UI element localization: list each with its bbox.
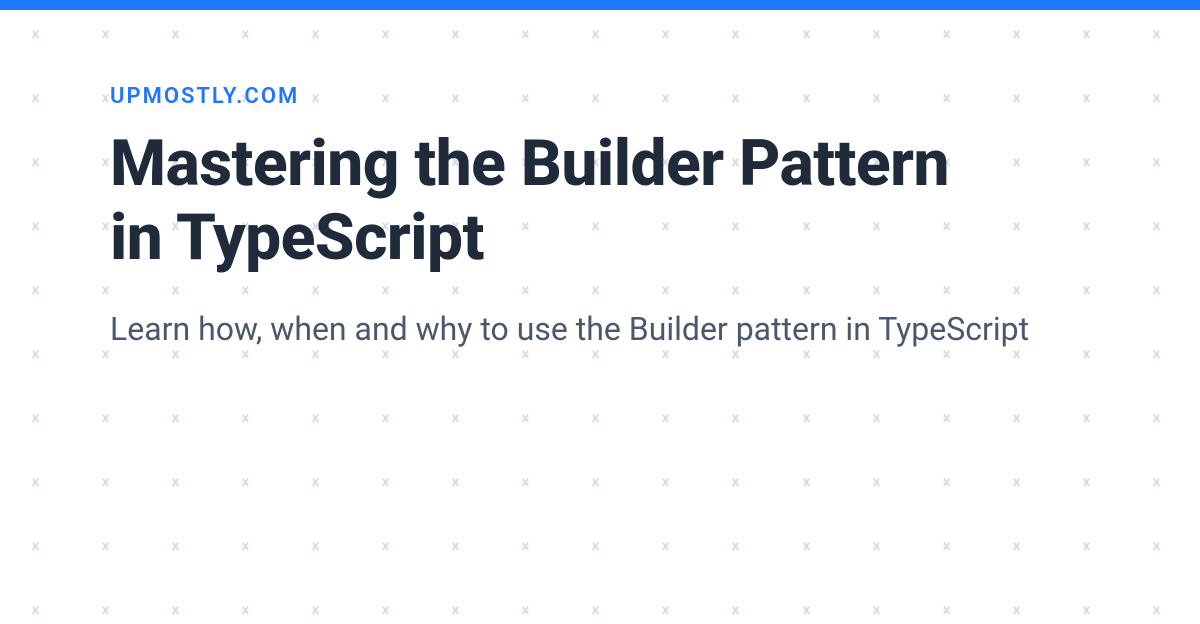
content-container: UPMOSTLY.COM Mastering the Builder Patte… bbox=[0, 0, 1200, 353]
accent-top-bar bbox=[0, 0, 1200, 10]
site-domain-label: UPMOSTLY.COM bbox=[110, 84, 1090, 109]
article-subtitle: Learn how, when and why to use the Build… bbox=[110, 306, 1030, 352]
article-title: Mastering the Builder Pattern in TypeScr… bbox=[110, 127, 1010, 274]
